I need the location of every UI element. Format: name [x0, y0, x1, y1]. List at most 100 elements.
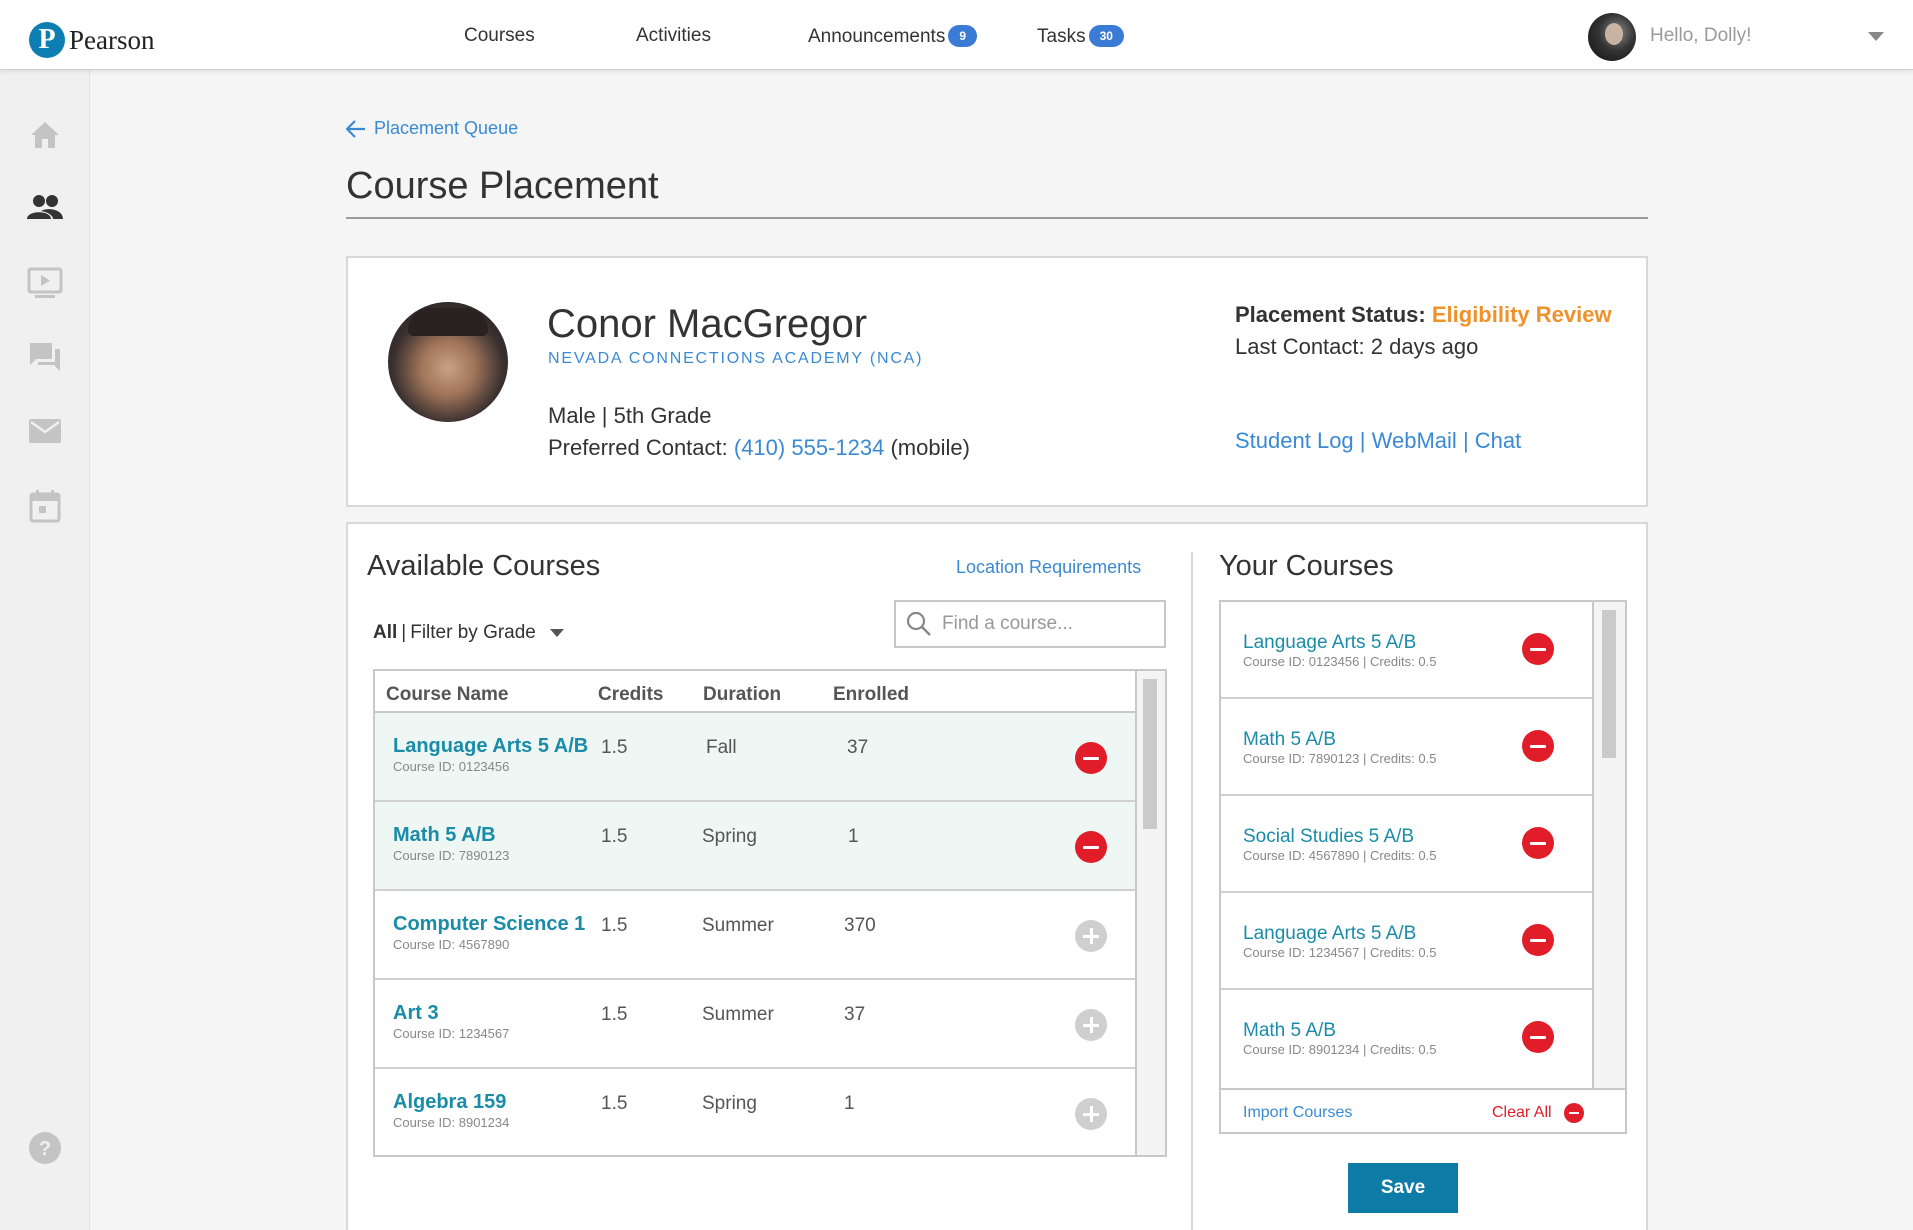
calendar-icon[interactable]: [27, 488, 63, 524]
filter-all[interactable]: All: [373, 622, 397, 644]
phone-type: (mobile): [890, 435, 970, 460]
import-courses-link[interactable]: Import Courses: [1243, 1104, 1352, 1122]
student-info-card: Conor MacGregor NEVADA CONNECTIONS ACADE…: [346, 256, 1648, 507]
help-icon[interactable]: ?: [27, 1130, 63, 1166]
course-id: Course ID: 0123456: [393, 759, 510, 774]
add-course-button[interactable]: [1075, 920, 1107, 952]
course-name-link[interactable]: Language Arts 5 A/B: [393, 735, 588, 758]
your-course-meta: Course ID: 1234567 | Credits: 0.5: [1243, 945, 1437, 960]
location-requirements-link[interactable]: Location Requirements: [956, 557, 1141, 578]
course-credits: 1.5: [601, 826, 628, 847]
your-course-name[interactable]: Social Studies 5 A/B: [1243, 826, 1414, 848]
table-row[interactable]: Art 3 Course ID: 1234567 1.5 Summer 37: [375, 980, 1135, 1069]
add-course-button[interactable]: [1075, 1009, 1107, 1041]
table-row[interactable]: Language Arts 5 A/B Course ID: 0123456 1…: [375, 713, 1135, 802]
your-course-meta: Course ID: 0123456 | Credits: 0.5: [1243, 654, 1437, 669]
user-greeting[interactable]: Hello, Dolly!: [1650, 25, 1751, 47]
course-enrolled: 37: [847, 737, 869, 758]
course-name-link[interactable]: Math 5 A/B: [393, 824, 496, 847]
course-name-link[interactable]: Computer Science 1: [393, 913, 585, 936]
table-row[interactable]: Algebra 159 Course ID: 8901234 1.5 Sprin…: [375, 1069, 1135, 1155]
save-button[interactable]: Save: [1348, 1163, 1458, 1213]
table-row[interactable]: Computer Science 1 Course ID: 4567890 1.…: [375, 891, 1135, 980]
chat-link[interactable]: Chat: [1475, 428, 1521, 453]
filter-by-grade-label[interactable]: Filter by Grade: [410, 622, 536, 644]
people-icon[interactable]: [27, 189, 63, 225]
your-course-name[interactable]: Language Arts 5 A/B: [1243, 632, 1416, 654]
student-log-link[interactable]: Student Log: [1235, 428, 1354, 453]
course-search-input[interactable]: [942, 613, 1152, 635]
list-item: Social Studies 5 A/B Course ID: 4567890 …: [1221, 796, 1594, 893]
course-enrolled: 1: [848, 826, 859, 847]
course-id: Course ID: 4567890: [393, 937, 510, 952]
tasks-count-badge: 30: [1088, 25, 1124, 47]
nav-tasks-label: Tasks: [1037, 26, 1086, 47]
nav-activities[interactable]: Activities: [636, 25, 711, 47]
course-name-link[interactable]: Algebra 159: [393, 1091, 506, 1114]
table-scrollbar-thumb[interactable]: [1143, 679, 1157, 829]
course-id: Course ID: 1234567: [393, 1026, 510, 1041]
course-name-link[interactable]: Art 3: [393, 1002, 439, 1025]
course-duration: Fall: [706, 737, 737, 758]
user-menu-chevron-icon[interactable]: [1868, 32, 1884, 41]
course-credits: 1.5: [601, 1093, 628, 1114]
student-name: Conor MacGregor: [547, 302, 868, 346]
col-course-name[interactable]: Course Name: [386, 684, 509, 706]
remove-your-course-button[interactable]: [1522, 924, 1554, 956]
remove-your-course-button[interactable]: [1522, 730, 1554, 762]
your-course-name[interactable]: Language Arts 5 A/B: [1243, 923, 1416, 945]
top-bar: P Pearson Courses Activities Announcemen…: [0, 0, 1913, 70]
home-icon[interactable]: [27, 117, 63, 153]
nav-announcements[interactable]: Announcements 9: [808, 25, 978, 48]
your-course-name[interactable]: Math 5 A/B: [1243, 729, 1336, 751]
remove-course-button[interactable]: [1075, 742, 1107, 774]
svg-text:?: ?: [39, 1138, 51, 1160]
nav-tasks[interactable]: Tasks 30: [1037, 25, 1124, 48]
placement-status-value: Eligibility Review: [1431, 302, 1612, 327]
grade-filter: All | Filter by Grade: [373, 622, 564, 644]
clear-all-button[interactable]: Clear All: [1492, 1103, 1584, 1123]
col-duration[interactable]: Duration: [703, 684, 781, 706]
table-scrollbar[interactable]: [1135, 671, 1165, 1155]
add-course-button[interactable]: [1075, 1098, 1107, 1130]
pearson-logo[interactable]: P Pearson: [29, 22, 154, 58]
nav-announcements-label: Announcements: [808, 26, 946, 47]
mail-icon[interactable]: [27, 413, 63, 449]
col-credits[interactable]: Credits: [598, 684, 663, 706]
available-courses-heading: Available Courses: [367, 550, 601, 582]
webmail-link[interactable]: WebMail: [1372, 428, 1457, 453]
table-row[interactable]: Math 5 A/B Course ID: 7890123 1.5 Spring…: [375, 802, 1135, 891]
pearson-logo-mark: P: [29, 22, 65, 58]
your-courses-scrollbar[interactable]: [1592, 602, 1625, 1088]
main-content: Placement Queue Course Placement Conor M…: [90, 70, 1913, 1230]
your-course-meta: Course ID: 8901234 | Credits: 0.5: [1243, 1042, 1437, 1057]
placement-status-label: Placement Status:: [1235, 302, 1426, 327]
back-to-placement-queue-link[interactable]: Placement Queue: [346, 118, 518, 139]
last-contact: Last Contact: 2 days ago: [1235, 334, 1479, 359]
remove-your-course-button[interactable]: [1522, 827, 1554, 859]
your-course-name[interactable]: Math 5 A/B: [1243, 1020, 1336, 1042]
nav-courses[interactable]: Courses: [464, 25, 535, 47]
course-credits: 1.5: [601, 737, 628, 758]
remove-your-course-button[interactable]: [1522, 633, 1554, 665]
clear-all-remove-icon: [1563, 1103, 1584, 1123]
course-duration: Spring: [702, 826, 757, 847]
course-duration: Summer: [702, 1004, 774, 1025]
list-item: Language Arts 5 A/B Course ID: 1234567 |…: [1221, 893, 1594, 990]
link-separator: |: [1462, 428, 1469, 453]
chat-icon[interactable]: [27, 339, 63, 375]
student-school[interactable]: NEVADA CONNECTIONS ACADEMY (NCA): [548, 350, 923, 368]
user-avatar[interactable]: [1588, 13, 1636, 61]
col-enrolled[interactable]: Enrolled: [833, 684, 909, 706]
your-courses-scrollbar-thumb[interactable]: [1602, 610, 1616, 758]
filter-chevron-down-icon[interactable]: [549, 629, 564, 637]
your-course-meta: Course ID: 4567890 | Credits: 0.5: [1243, 848, 1437, 863]
phone-link[interactable]: (410) 555-1234: [734, 435, 884, 460]
course-enrolled: 370: [844, 915, 876, 936]
your-courses-list: Language Arts 5 A/B Course ID: 0123456 |…: [1219, 600, 1627, 1134]
list-item: Language Arts 5 A/B Course ID: 0123456 |…: [1221, 602, 1594, 699]
remove-your-course-button[interactable]: [1522, 1021, 1554, 1053]
back-link-label: Placement Queue: [374, 118, 519, 138]
video-icon[interactable]: [27, 265, 63, 301]
remove-course-button[interactable]: [1075, 831, 1107, 863]
